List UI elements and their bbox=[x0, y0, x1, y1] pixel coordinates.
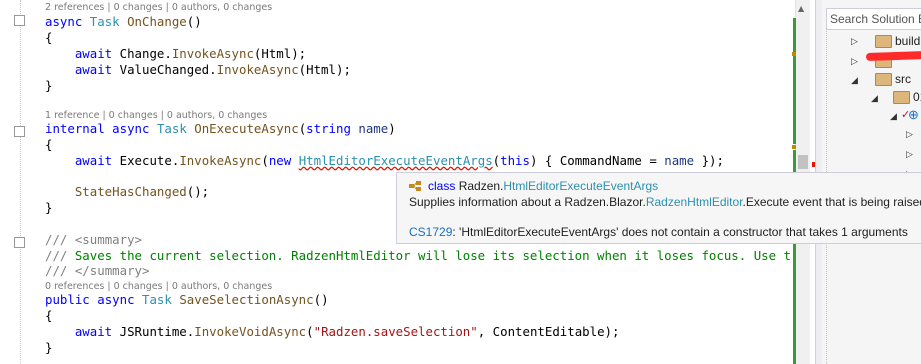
code-line: internal async Task OnExecuteAsync(strin… bbox=[45, 121, 396, 136]
code-line: { bbox=[45, 308, 53, 323]
folder-icon bbox=[893, 91, 910, 104]
code-line: await Change.InvokeAsync(Html); bbox=[74, 46, 307, 61]
doc-comment: /// </summary> bbox=[45, 263, 150, 278]
outline-guide bbox=[20, 0, 21, 364]
collapse-toggle[interactable] bbox=[14, 126, 25, 137]
expand-icon[interactable]: ▷ bbox=[851, 56, 858, 67]
collapse-icon[interactable]: ◢ bbox=[871, 93, 878, 104]
doc-comment: /// <summary> bbox=[45, 232, 142, 247]
tooltip-signature: class Radzen.HtmlEditorExecuteEventArgs bbox=[428, 179, 659, 193]
code-line: StateHasChanged(); bbox=[74, 184, 210, 199]
scrollbar-thumb[interactable] bbox=[798, 155, 808, 169]
tree-item-01[interactable]: 01 bbox=[913, 88, 921, 106]
quick-info-tooltip: class Radzen.HtmlEditorExecuteEventArgs … bbox=[396, 172, 921, 244]
folder-icon bbox=[875, 35, 892, 48]
change-marker bbox=[792, 52, 796, 56]
tree-item-build[interactable]: build bbox=[895, 32, 920, 50]
expand-icon[interactable]: ▷ bbox=[851, 36, 858, 47]
collapse-icon[interactable]: ◢ bbox=[890, 111, 897, 122]
scroll-up-icon[interactable]: ▲ bbox=[798, 4, 804, 13]
code-line: { bbox=[45, 30, 53, 45]
code-line: await JSRuntime.InvokeVoidAsync("Radzen.… bbox=[74, 324, 620, 339]
error-squiggle: HtmlEditorExecuteEventArgs bbox=[298, 153, 493, 168]
collapse-icon[interactable]: ◢ bbox=[851, 75, 858, 86]
change-indicator bbox=[793, 18, 796, 144]
tooltip-description: Supplies information about a Radzen.Blaz… bbox=[409, 195, 921, 209]
code-line: } bbox=[45, 340, 53, 355]
folder-icon bbox=[875, 73, 892, 86]
tree-item-src[interactable]: src bbox=[895, 70, 911, 88]
expand-icon[interactable]: ▷ bbox=[906, 149, 913, 160]
globe-icon: ⊕ bbox=[908, 107, 919, 122]
class-icon bbox=[409, 181, 421, 191]
expand-icon[interactable]: ▷ bbox=[906, 129, 913, 140]
collapse-toggle[interactable] bbox=[14, 15, 25, 26]
type-link[interactable]: RadzenHtmlEditor bbox=[646, 195, 743, 209]
codelens[interactable]: 2 references | 0 changes | 0 authors, 0 … bbox=[45, 1, 272, 15]
doc-comment: /// Saves the current selection. RadzenH… bbox=[45, 248, 790, 263]
code-line: public async Task SaveSelectionAsync() bbox=[45, 292, 329, 307]
code-line: } bbox=[45, 78, 53, 93]
code-line: await Execute.InvokeAsync(new HtmlEditor… bbox=[74, 153, 724, 168]
type-link[interactable]: HtmlEditorExecuteEventArgs bbox=[503, 179, 658, 193]
error-code-link[interactable]: CS1729 bbox=[409, 225, 452, 239]
tooltip-error: CS1729: 'HtmlEditorExecuteEventArgs' doe… bbox=[409, 225, 908, 239]
code-line: { bbox=[45, 137, 53, 152]
code-line: async Task OnChange() bbox=[45, 14, 202, 29]
code-line: } bbox=[45, 200, 53, 215]
code-line: await ValueChanged.InvokeAsync(Html); bbox=[74, 62, 351, 77]
change-marker bbox=[792, 145, 796, 149]
collapse-toggle[interactable] bbox=[14, 237, 25, 248]
search-solution-explorer-input[interactable]: Search Solution Explorer bbox=[826, 8, 921, 30]
